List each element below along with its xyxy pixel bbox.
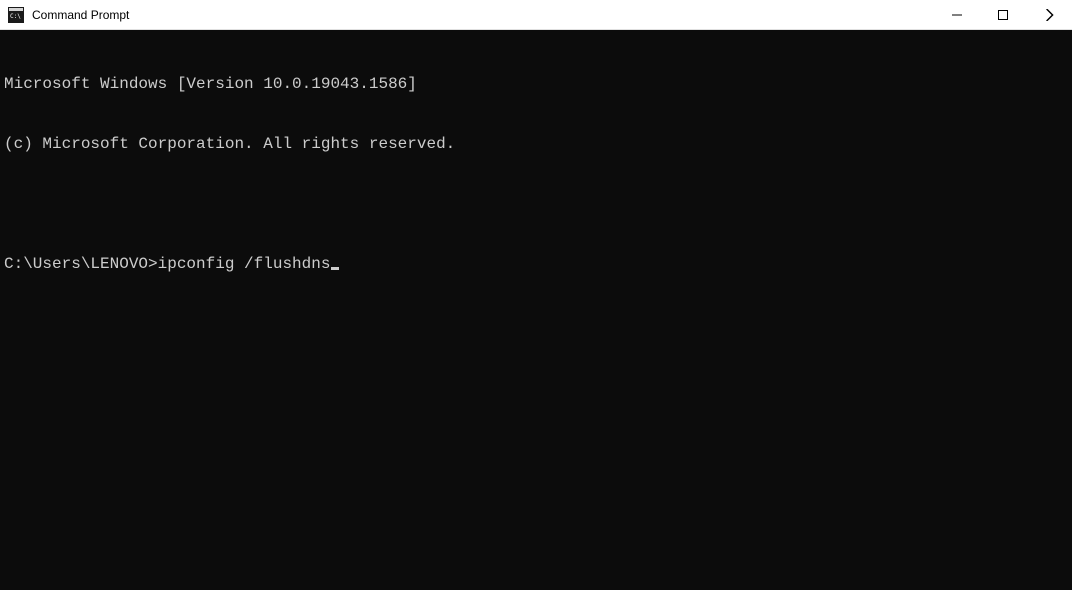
terminal-output-line: (c) Microsoft Corporation. All rights re… [4, 134, 1068, 154]
minimize-button[interactable] [934, 0, 980, 29]
titlebar-left: C:\ Command Prompt [0, 7, 934, 23]
cmd-app-icon: C:\ [8, 7, 24, 23]
terminal-area[interactable]: Microsoft Windows [Version 10.0.19043.15… [0, 30, 1072, 590]
svg-text:C:\: C:\ [10, 13, 21, 20]
maximize-button[interactable] [980, 0, 1026, 29]
terminal-cursor [331, 267, 339, 270]
window-title: Command Prompt [32, 8, 129, 22]
terminal-prompt: C:\Users\LENOVO> [4, 254, 158, 274]
terminal-prompt-line: C:\Users\LENOVO>ipconfig /flushdns [4, 254, 1068, 274]
window-titlebar: C:\ Command Prompt [0, 0, 1072, 30]
terminal-output-line: Microsoft Windows [Version 10.0.19043.15… [4, 74, 1068, 94]
terminal-command: ipconfig /flushdns [158, 254, 331, 274]
titlebar-controls [934, 0, 1072, 29]
next-button[interactable] [1026, 0, 1072, 29]
terminal-blank-line [4, 194, 1068, 214]
